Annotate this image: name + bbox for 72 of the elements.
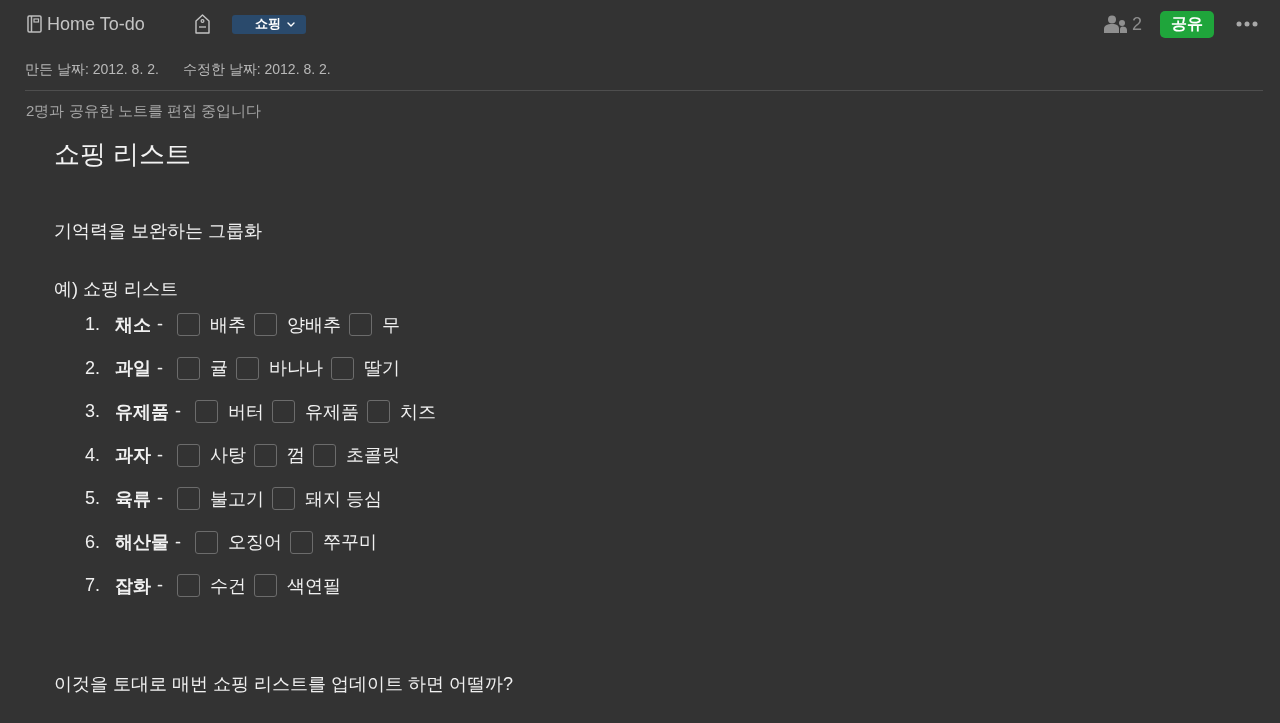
dash-separator: - — [157, 575, 163, 597]
modified-date: 수정한 날짜: 2012. 8. 2. — [182, 60, 331, 79]
checklist-label: 불고기 — [210, 487, 264, 511]
more-icon[interactable] — [1236, 21, 1258, 27]
checkbox[interactable] — [177, 356, 200, 380]
checklist-label: 돼지 등심 — [305, 487, 382, 511]
checklist-label: 유제품 — [305, 400, 359, 424]
list-number: 6. — [85, 531, 101, 553]
checkbox[interactable] — [290, 530, 313, 554]
checkbox[interactable] — [272, 400, 295, 424]
category-label: 채소 — [115, 313, 151, 337]
note-paragraph: 이것을 토대로 매번 쇼핑 리스트를 업데이트 하면 어떨까? — [54, 672, 514, 696]
checkbox[interactable] — [195, 400, 218, 424]
list-number: 2. — [85, 357, 101, 379]
checkbox[interactable] — [177, 313, 200, 337]
list-number: 7. — [85, 575, 101, 597]
checkbox[interactable] — [236, 356, 259, 380]
checklist-label: 오징어 — [228, 531, 282, 555]
category-label: 해산물 — [115, 531, 169, 555]
created-date: 만든 날짜: 2012. 8. 2. — [25, 60, 159, 79]
checklist-label: 치즈 — [400, 400, 436, 424]
category-label: 잡화 — [115, 574, 151, 598]
category-label: 육류 — [115, 487, 151, 511]
checklist-label: 색연필 — [287, 574, 341, 598]
notebook-title[interactable]: Home To-do — [47, 13, 145, 35]
checkbox[interactable] — [272, 487, 295, 511]
collaborators-button[interactable]: 2 — [1104, 13, 1142, 35]
checklist-label: 배추 — [210, 313, 246, 337]
checklist-label: 딸기 — [364, 357, 400, 381]
list-number: 5. — [85, 488, 101, 510]
checkbox[interactable] — [349, 313, 372, 337]
caret-icon — [286, 21, 295, 27]
category-label: 과자 — [115, 444, 151, 468]
category-label: 유제품 — [115, 400, 169, 424]
checklist-label: 쭈꾸미 — [323, 531, 377, 555]
checklist-label: 초콜릿 — [346, 444, 400, 468]
dash-separator: - — [157, 314, 163, 336]
checklist-label: 바나나 — [269, 357, 323, 381]
sharing-notice: 2명과 공유한 노트를 편집 중입니다 — [26, 101, 262, 121]
note-title: 쇼핑 리스트 — [54, 138, 192, 171]
checkbox[interactable] — [177, 443, 200, 467]
notebook-icon — [27, 15, 42, 33]
checklist-label: 무 — [382, 313, 400, 337]
checkbox[interactable] — [195, 530, 218, 554]
checklist-label: 사탕 — [210, 444, 246, 468]
checklist-label: 양배추 — [287, 313, 341, 337]
list-number: 4. — [85, 444, 101, 466]
tag-dropdown[interactable]: 쇼핑 — [231, 14, 306, 34]
dash-separator: - — [175, 401, 181, 423]
checkbox[interactable] — [331, 356, 354, 380]
note-paragraph: 예) 쇼핑 리스트 — [54, 278, 178, 301]
checkbox[interactable] — [367, 400, 390, 424]
dash-separator: - — [175, 531, 181, 553]
people-icon — [1104, 15, 1127, 33]
dash-separator: - — [157, 444, 163, 466]
checkbox[interactable] — [313, 443, 336, 467]
tag-icon[interactable] — [194, 14, 210, 34]
checkbox[interactable] — [254, 313, 277, 337]
checkbox[interactable] — [254, 443, 277, 467]
list-number: 1. — [85, 314, 101, 336]
list-number: 3. — [85, 401, 101, 423]
category-label: 과일 — [115, 357, 151, 381]
note-paragraph: 기억력을 보완하는 그룹화 — [54, 220, 262, 243]
checklist-label: 귤 — [210, 357, 228, 381]
checkbox[interactable] — [177, 574, 200, 598]
checklist-label: 수건 — [210, 574, 246, 598]
checkbox[interactable] — [254, 574, 277, 598]
checklist-label: 버터 — [228, 400, 264, 424]
dash-separator: - — [157, 357, 163, 379]
dash-separator: - — [157, 488, 163, 510]
checkbox[interactable] — [177, 487, 200, 511]
checklist-label: 껌 — [287, 444, 305, 468]
